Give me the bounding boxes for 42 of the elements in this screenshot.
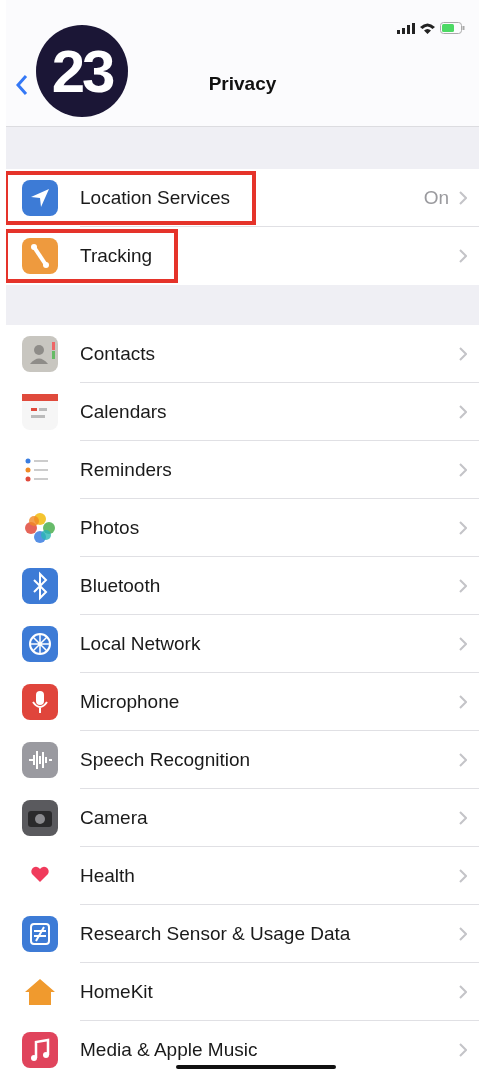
microphone-icon: [22, 684, 58, 720]
row-label[interactable]: Reminders: [80, 459, 172, 481]
photos-icon: [22, 510, 58, 546]
row-label[interactable]: Speech Recognition: [80, 749, 251, 771]
chevron-icon: [459, 637, 467, 651]
back-chevron-icon: [16, 74, 28, 96]
chevron-icon: [459, 521, 467, 535]
chevron-icon: [459, 579, 467, 593]
chevron-icon: [459, 463, 467, 477]
row-label[interactable]: Media & Apple Music: [80, 1039, 258, 1061]
row-label[interactable]: Microphone: [80, 691, 180, 713]
camera-icon: [22, 800, 58, 836]
calendar-icon: [22, 394, 58, 430]
row-label[interactable]: Location Services: [80, 187, 230, 209]
row-label[interactable]: Photos: [80, 517, 140, 539]
wifi-icon: [420, 22, 435, 34]
row-label[interactable]: Bluetooth: [80, 575, 161, 597]
chevron-icon: [459, 191, 467, 205]
nav-title: Privacy: [208, 73, 277, 95]
bluetooth-icon: [22, 568, 58, 604]
chevron-icon: [459, 869, 467, 883]
chevron-icon: [459, 811, 467, 825]
row-label[interactable]: HomeKit: [80, 981, 153, 1003]
chevron-icon: [459, 347, 467, 361]
chevron-icon: [459, 405, 467, 419]
chevron-icon: [459, 695, 467, 709]
row-label[interactable]: Calendars: [80, 401, 167, 423]
row-label[interactable]: Camera: [80, 807, 148, 829]
waveform-icon: [22, 742, 58, 778]
chevron-icon: [459, 753, 467, 767]
signal-icon: [397, 22, 415, 34]
chevron-icon: [459, 985, 467, 999]
chevron-icon: [459, 927, 467, 941]
contacts-icon: [22, 336, 58, 372]
row-label[interactable]: Health: [80, 865, 135, 887]
row-label[interactable]: Local Network: [80, 633, 201, 655]
chevron-icon: [459, 249, 467, 263]
battery-icon: [440, 22, 465, 34]
row-label[interactable]: Tracking: [80, 245, 153, 267]
row-label[interactable]: Contacts: [80, 343, 155, 365]
chevron-icon: [459, 1043, 467, 1057]
row-value: On: [423, 187, 449, 209]
